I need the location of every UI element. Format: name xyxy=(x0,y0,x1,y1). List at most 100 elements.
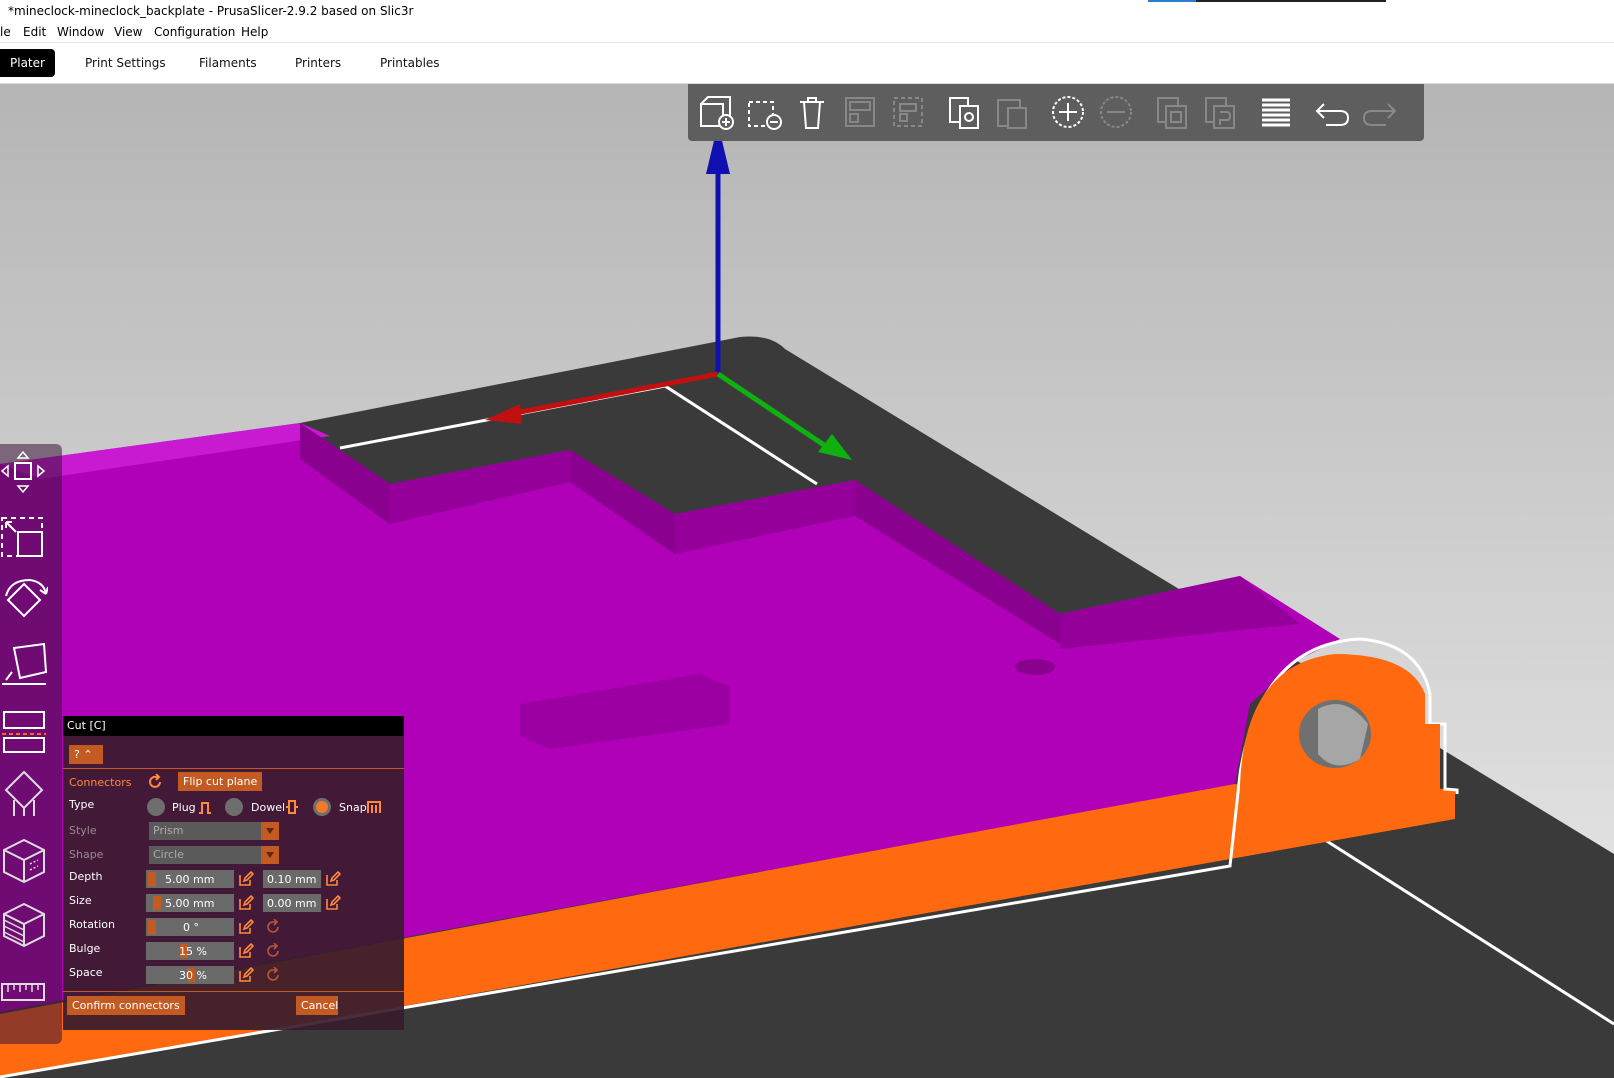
menu-view[interactable]: View xyxy=(114,25,142,39)
depth-tolerance-value: 0.10 xyxy=(267,873,292,886)
rotate-icon[interactable] xyxy=(0,576,49,624)
plug-icon xyxy=(199,802,211,814)
tab-plater[interactable]: Plater xyxy=(0,49,55,77)
top-toolbar xyxy=(688,84,1424,141)
confirm-connectors-button[interactable]: Confirm connectors xyxy=(67,996,185,1015)
copy-icon[interactable] xyxy=(944,92,984,132)
depth-tolerance-input[interactable]: 0.10 mm xyxy=(263,870,321,888)
help-button[interactable]: ? ⌃ xyxy=(69,745,103,764)
collapse-icon: ⌃ xyxy=(83,748,93,761)
rotation-value: 0 ° xyxy=(183,921,199,934)
scale-icon[interactable] xyxy=(0,512,48,560)
chevron-down-icon xyxy=(261,822,279,840)
bulge-label: Bulge xyxy=(69,942,101,955)
shape-value: Circle xyxy=(153,848,184,861)
cut-panel-title: Cut [C] xyxy=(67,719,106,732)
space-label: Space xyxy=(69,966,103,979)
bulge-input[interactable]: 15 % xyxy=(146,942,234,960)
tab-printers[interactable]: Printers xyxy=(285,49,351,77)
title-bar-strip xyxy=(1196,0,1386,2)
edit-icon[interactable] xyxy=(238,871,254,887)
dowel-icon xyxy=(286,800,298,814)
space-input[interactable]: 30 % xyxy=(146,966,234,984)
move-icon[interactable] xyxy=(0,448,48,496)
edit-icon[interactable] xyxy=(238,895,254,911)
type-plug-radio[interactable] xyxy=(147,798,165,816)
cut-icon[interactable] xyxy=(0,706,48,754)
title-bar: *mineclock-mineclock_backplate - PrusaSl… xyxy=(0,0,1614,22)
cancel-button[interactable]: Cancel xyxy=(296,996,338,1015)
rotation-slider-handle[interactable] xyxy=(148,920,156,934)
size-value: 5.00 xyxy=(165,897,190,910)
menu-bar: le Edit Window View Configuration Help xyxy=(0,22,1614,43)
window-title: *mineclock-mineclock_backplate - PrusaSl… xyxy=(8,4,414,18)
type-snap-radio[interactable] xyxy=(313,798,331,816)
style-label: Style xyxy=(69,824,97,837)
add-instance-icon[interactable] xyxy=(1048,92,1088,132)
type-dowel-radio[interactable] xyxy=(225,798,243,816)
reset-icon[interactable] xyxy=(266,967,282,983)
reset-icon[interactable] xyxy=(266,919,282,935)
edit-icon[interactable] xyxy=(238,919,254,935)
separator-top xyxy=(63,768,404,769)
rotation-label: Rotation xyxy=(69,918,116,931)
cut-panel-header: Cut [C] xyxy=(63,716,404,736)
depth-input[interactable]: 5.00 mm xyxy=(146,870,234,888)
connectors-label: Connectors xyxy=(69,776,132,789)
place-on-face-icon[interactable] xyxy=(0,640,48,688)
depth-label: Depth xyxy=(69,870,103,883)
reset-icon[interactable] xyxy=(266,943,282,959)
tab-print-settings[interactable]: Print Settings xyxy=(75,49,176,77)
3d-viewport[interactable]: Cut [C] ? ⌃ Connectors Flip cut plane Ty… xyxy=(0,84,1614,1078)
fdm-supports-icon[interactable] xyxy=(0,770,48,818)
menu-help[interactable]: Help xyxy=(241,25,268,39)
edit-icon[interactable] xyxy=(238,967,254,983)
edit-icon[interactable] xyxy=(238,943,254,959)
chevron-down-icon xyxy=(261,846,279,864)
style-select: Prism xyxy=(149,822,279,840)
edit-icon[interactable] xyxy=(325,871,341,887)
left-gizmo-toolbar xyxy=(0,444,62,1044)
tab-filaments[interactable]: Filaments xyxy=(189,49,267,77)
rotation-input[interactable]: 0 ° xyxy=(146,918,234,936)
style-value: Prism xyxy=(153,824,184,837)
type-snap-label: Snap xyxy=(339,801,367,814)
delete-all-icon[interactable] xyxy=(792,92,832,132)
size-label: Size xyxy=(69,894,92,907)
flip-cut-plane-button[interactable]: Flip cut plane xyxy=(178,772,263,791)
menu-file[interactable]: le xyxy=(0,25,11,39)
shape-select: Circle xyxy=(149,846,279,864)
type-label: Type xyxy=(69,798,95,811)
type-dowel-label: Dowel xyxy=(251,801,286,814)
depth-slider-handle[interactable] xyxy=(148,872,156,886)
measure-icon[interactable] xyxy=(0,968,48,1016)
size-tolerance-input[interactable]: 0.00 mm xyxy=(263,894,321,912)
seam-icon[interactable] xyxy=(0,836,48,884)
mmu-paint-icon[interactable] xyxy=(0,900,48,948)
edit-icon[interactable] xyxy=(325,895,341,911)
arrange-icon xyxy=(840,92,880,132)
size-tolerance-value: 0.00 xyxy=(267,897,292,910)
menu-window[interactable]: Window xyxy=(57,25,104,39)
title-bar-accent xyxy=(1148,0,1196,2)
menu-edit[interactable]: Edit xyxy=(23,25,46,39)
help-label: ? xyxy=(74,748,80,761)
tab-printables[interactable]: Printables xyxy=(370,49,450,77)
main-tabs: Plater Print Settings Filaments Printers… xyxy=(0,43,1614,84)
reset-connectors-icon[interactable] xyxy=(148,774,164,790)
size-slider-handle[interactable] xyxy=(153,896,161,910)
redo-icon xyxy=(1360,92,1400,132)
depth-value: 5.00 xyxy=(165,873,190,886)
add-icon[interactable] xyxy=(696,92,736,132)
snap-icon xyxy=(367,801,381,813)
layers-editing-icon[interactable] xyxy=(1256,92,1296,132)
arrange-selection-icon xyxy=(888,92,928,132)
menu-configuration[interactable]: Configuration xyxy=(154,25,235,39)
split-parts-icon xyxy=(1200,92,1240,132)
delete-icon[interactable] xyxy=(744,92,784,132)
size-tolerance-unit: mm xyxy=(295,897,317,910)
split-objects-icon xyxy=(1152,92,1192,132)
size-input[interactable]: 5.00 mm xyxy=(146,894,234,912)
depth-tolerance-unit: mm xyxy=(295,873,317,886)
undo-icon[interactable] xyxy=(1312,92,1352,132)
